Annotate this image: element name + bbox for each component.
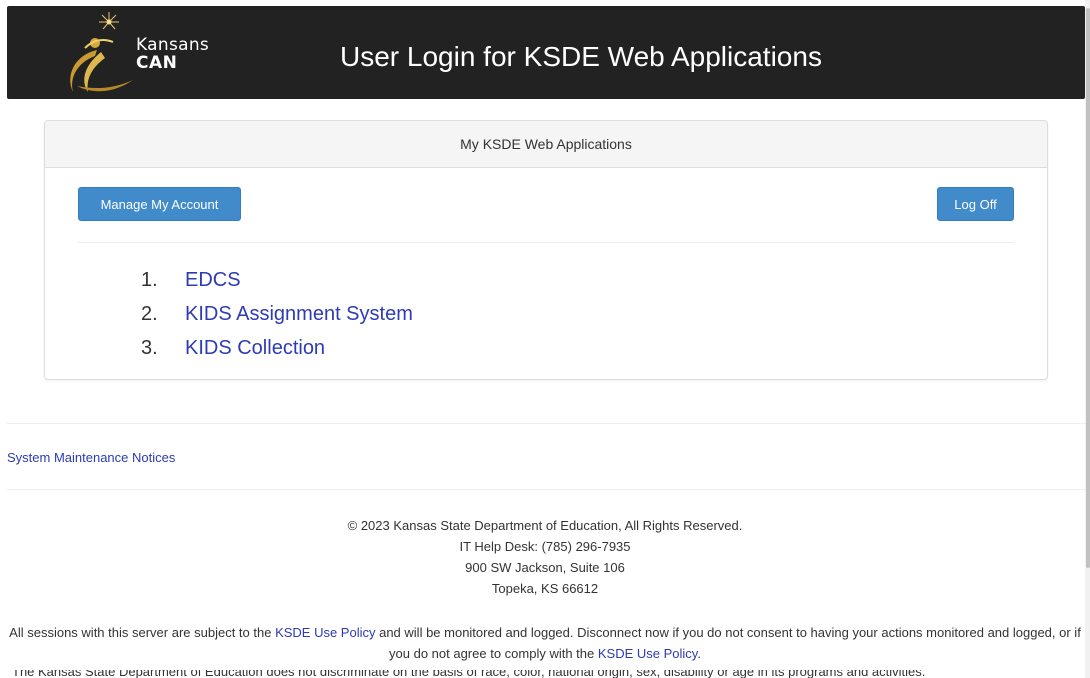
list-item: 1. EDCS <box>141 268 413 302</box>
policy-text: and will be monitored and logged. Discon… <box>375 625 1081 661</box>
list-item: 3. KIDS Collection <box>141 336 413 370</box>
list-item: 2. KIDS Assignment System <box>141 302 413 336</box>
policy-text: All sessions with this server are subjec… <box>9 625 276 640</box>
policy-text: . <box>697 646 701 661</box>
helpdesk-text: IT Help Desk: (785) 296-7935 <box>459 539 631 554</box>
list-number: 3. <box>141 337 158 359</box>
logo-text-kansans: Kansans <box>136 35 210 55</box>
manage-my-account-button[interactable]: Manage My Account <box>78 187 241 221</box>
app-link-kids-assignment-system[interactable]: KIDS Assignment System <box>185 302 413 336</box>
address-line-2: Topeka, KS 66612 <box>491 581 599 596</box>
panel-heading: My KSDE Web Applications <box>45 121 1047 168</box>
list-number: 2. <box>141 303 158 325</box>
use-policy-notice: All sessions with this server are subjec… <box>0 622 1090 664</box>
page-title: User Login for KSDE Web Applications <box>340 41 822 72</box>
logo-text-can: CAN <box>136 53 178 73</box>
kansans-can-logo: Kansans CAN <box>55 10 215 96</box>
section-divider <box>7 423 1085 424</box>
app-link-edcs[interactable]: EDCS <box>185 268 241 302</box>
log-off-button[interactable]: Log Off <box>937 187 1014 221</box>
address-line-1: 900 SW Jackson, Suite 106 <box>465 560 625 575</box>
app-link-kids-collection[interactable]: KIDS Collection <box>185 336 325 370</box>
page-header: Kansans CAN User Login for KSDE Web Appl… <box>7 6 1085 99</box>
list-number: 1. <box>141 269 158 291</box>
web-applications-panel: My KSDE Web Applications Manage My Accou… <box>44 120 1048 380</box>
application-list: 1. EDCS 2. KIDS Assignment System 3. KID… <box>141 268 413 370</box>
truncated-notice-text: The Kansas State Department of Education… <box>12 670 926 678</box>
section-divider <box>7 489 1085 490</box>
scrollbar-thumb[interactable] <box>1086 8 1090 568</box>
truncated-notice: The Kansas State Department of Education… <box>0 670 1090 678</box>
vertical-scrollbar[interactable] <box>1085 0 1090 678</box>
ksde-use-policy-link[interactable]: KSDE Use Policy <box>598 646 697 661</box>
ksde-use-policy-link[interactable]: KSDE Use Policy <box>275 625 375 640</box>
system-maintenance-notices-link[interactable]: System Maintenance Notices <box>7 450 175 465</box>
panel-divider <box>78 242 1014 243</box>
copyright-text: © 2023 Kansas State Department of Educat… <box>347 518 743 533</box>
footer: © 2023 Kansas State Department of Educat… <box>0 515 1090 599</box>
